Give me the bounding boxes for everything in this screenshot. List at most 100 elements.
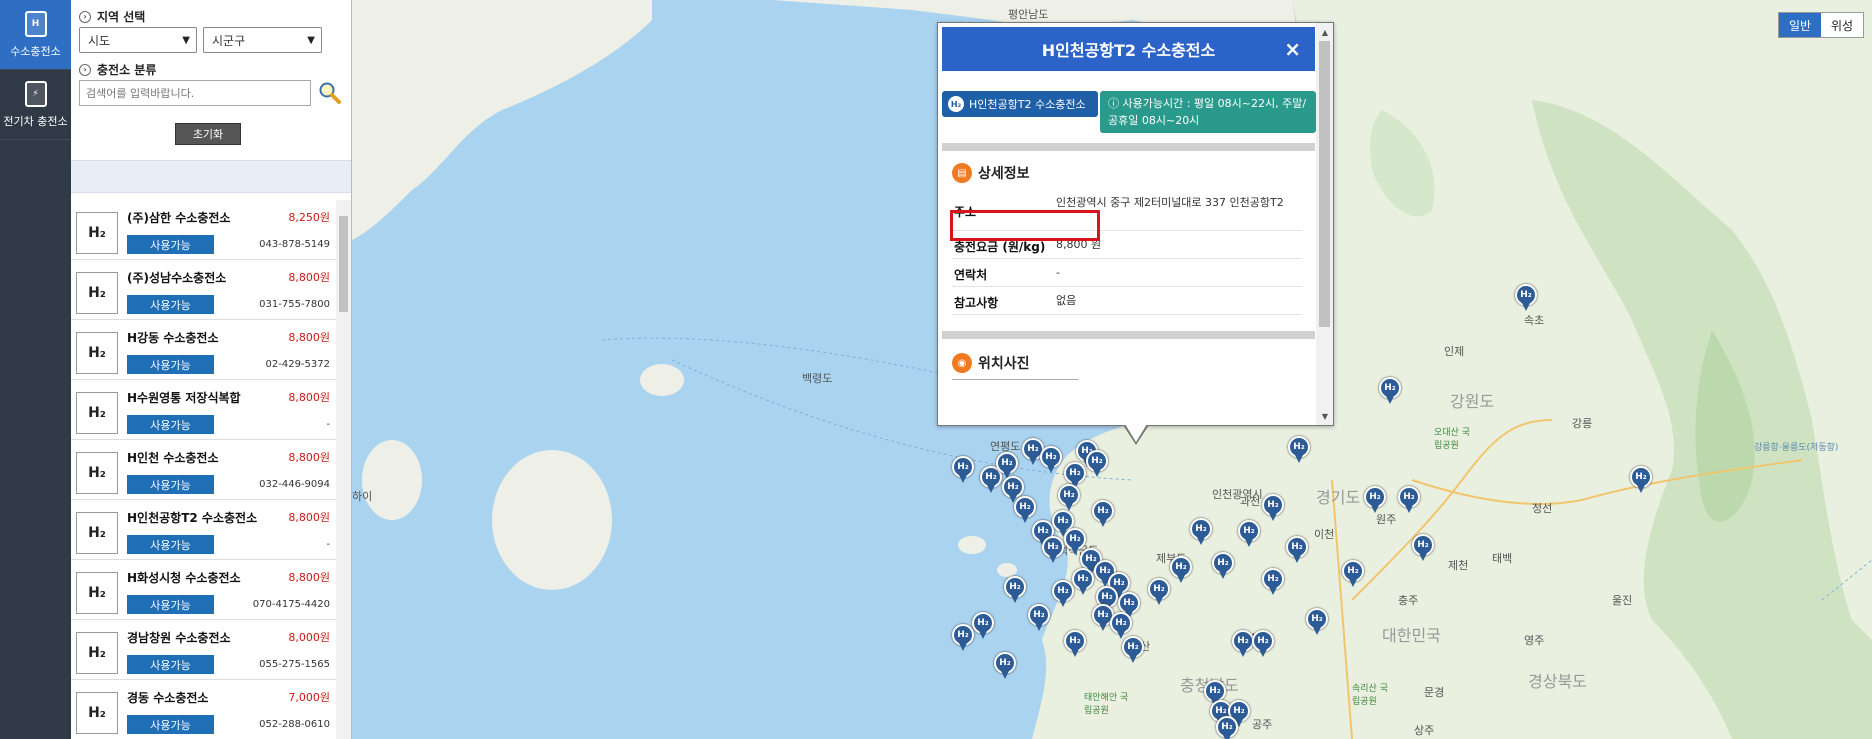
sido-select[interactable]: 시도 ▼ xyxy=(79,27,197,53)
station-status-button[interactable]: 사용가능 xyxy=(127,655,214,674)
station-name: H수원영통 저장식복합 xyxy=(127,391,241,405)
station-status-button[interactable]: 사용가능 xyxy=(127,355,214,374)
map-label: 태백 xyxy=(1492,552,1513,565)
station-row[interactable]: H₂ H인천공항T2 수소충전소 8,800원 사용가능 - xyxy=(71,500,336,560)
station-row[interactable]: H₂ 경남창원 수소충전소 8,000원 사용가능 055-275-1565 xyxy=(71,620,336,680)
popup-pointer-inner xyxy=(1125,424,1147,442)
station-marker[interactable]: H₂ xyxy=(1058,484,1080,511)
station-name: (주)삼한 수소충전소 xyxy=(127,211,231,225)
station-status-button[interactable]: 사용가능 xyxy=(127,535,214,554)
station-marker[interactable]: H₂ xyxy=(1379,377,1401,404)
station-marker[interactable]: H₂ xyxy=(1170,556,1192,583)
popup-scroll-thumb[interactable] xyxy=(1319,41,1330,327)
station-marker[interactable]: H₂ xyxy=(1262,568,1284,595)
station-marker[interactable]: H₂ xyxy=(1122,636,1144,663)
station-status-button[interactable]: 사용가능 xyxy=(127,715,214,734)
rail-item-label: 전기차 충전소 xyxy=(3,114,68,128)
station-marker[interactable]: H₂ xyxy=(994,652,1016,679)
map-label: 경상북도 xyxy=(1528,672,1587,691)
station-row[interactable]: H₂ H인천 수소충전소 8,800원 사용가능 032-446-9094 xyxy=(71,440,336,500)
map-label: 대한민국 xyxy=(1382,626,1441,645)
h2-icon: H₂ xyxy=(76,572,118,614)
station-row[interactable]: H₂ (주)삼한 수소충전소 8,250원 사용가능 043-878-5149 xyxy=(71,200,336,260)
h2-icon: H₂ xyxy=(948,96,964,112)
station-marker[interactable]: H₂ xyxy=(1288,436,1310,463)
search-button[interactable] xyxy=(317,80,343,106)
station-marker[interactable]: H₂ xyxy=(1040,446,1062,473)
station-marker[interactable]: H₂ xyxy=(1252,630,1274,657)
station-marker[interactable]: H₂ xyxy=(1110,612,1132,639)
hours-tag: ⓘ 사용가능시간 : 평일 08시~22시, 주말/공휴일 08시~20시 xyxy=(1100,91,1316,133)
station-marker[interactable]: H₂ xyxy=(1064,630,1086,657)
map-label: 인제 xyxy=(1444,345,1465,358)
station-price: 8,250원 xyxy=(288,211,330,224)
station-phone: 02-429-5372 xyxy=(265,359,330,370)
station-marker[interactable]: H₂ xyxy=(1412,534,1434,561)
map-label: 속초 xyxy=(1524,314,1545,327)
station-status-button[interactable]: 사용가능 xyxy=(127,235,214,254)
station-price: 8,800원 xyxy=(288,271,330,284)
station-marker[interactable]: H₂ xyxy=(1042,536,1064,563)
divider xyxy=(942,331,1315,339)
map-label: 강원도 xyxy=(1450,392,1495,411)
station-status-button[interactable]: 사용가능 xyxy=(127,475,214,494)
detail-section-title: ▤ 상세정보 xyxy=(952,163,1030,183)
search-icon xyxy=(319,82,341,104)
reset-button[interactable]: 초기화 xyxy=(175,123,241,145)
region-title: › 지역 선택 xyxy=(79,8,145,25)
station-marker[interactable]: H₂ xyxy=(1364,486,1386,513)
station-price: 8,000원 xyxy=(288,631,330,644)
map-label: 원주 xyxy=(1376,513,1397,526)
station-marker[interactable]: H₂ xyxy=(1306,608,1328,635)
station-row[interactable]: H₂ 경동 수소충전소 7,000원 사용가능 052-288-0610 xyxy=(71,680,336,739)
station-marker[interactable]: H₂ xyxy=(1398,486,1420,513)
map-label: 영주 xyxy=(1524,634,1545,647)
station-marker[interactable]: H₂ xyxy=(972,612,994,639)
station-marker[interactable]: H₂ xyxy=(1238,520,1260,547)
station-marker[interactable]: H₂ xyxy=(1212,552,1234,579)
station-marker[interactable]: H₂ xyxy=(1262,494,1284,521)
station-row[interactable]: H₂ H화성시청 수소충전소 8,800원 사용가능 070-4175-4420 xyxy=(71,560,336,620)
station-marker[interactable]: H₂ xyxy=(1630,466,1652,493)
list-scroll-thumb[interactable] xyxy=(339,216,348,312)
close-icon[interactable]: × xyxy=(1284,37,1301,61)
sido-select-value: 시도 xyxy=(88,33,111,48)
rail-item-hydrogen[interactable]: H 수소충전소 xyxy=(0,0,71,70)
station-row[interactable]: H₂ H수원영통 저장식복합 8,800원 사용가능 - xyxy=(71,380,336,440)
scroll-down-icon[interactable]: ▼ xyxy=(1318,409,1332,423)
station-marker[interactable]: H₂ xyxy=(1216,716,1238,739)
map-type-satellite[interactable]: 위성 xyxy=(1821,13,1863,37)
station-marker[interactable]: H₂ xyxy=(1014,496,1036,523)
station-marker[interactable]: H₂ xyxy=(1004,576,1026,603)
station-row[interactable]: H₂ H강동 수소충전소 8,800원 사용가능 02-429-5372 xyxy=(71,320,336,380)
rail-item-ev[interactable]: ⚡ 전기차 충전소 xyxy=(0,70,71,140)
station-marker[interactable]: H₂ xyxy=(1232,630,1254,657)
station-row[interactable]: H₂ (주)성남수소충전소 8,800원 사용가능 031-755-7800 xyxy=(71,260,336,320)
map-label: 이천 xyxy=(1314,528,1335,541)
station-marker[interactable]: H₂ xyxy=(952,456,974,483)
map-type-normal[interactable]: 일반 xyxy=(1779,13,1821,37)
left-rail: H 수소충전소 ⚡ 전기차 충전소 xyxy=(0,0,71,739)
map-label: 하이 xyxy=(352,490,373,503)
popup-header: H인천공항T2 수소충전소 × xyxy=(942,27,1315,71)
station-marker[interactable]: H₂ xyxy=(1286,536,1308,563)
station-marker[interactable]: H₂ xyxy=(1515,284,1537,311)
station-marker[interactable]: H₂ xyxy=(952,624,974,651)
station-status-button[interactable]: 사용가능 xyxy=(127,415,214,434)
sigungu-select[interactable]: 시군구 ▼ xyxy=(203,27,322,53)
station-marker[interactable]: H₂ xyxy=(1190,518,1212,545)
station-status-button[interactable]: 사용가능 xyxy=(127,295,214,314)
station-marker[interactable]: H₂ xyxy=(996,452,1018,479)
station-marker[interactable]: H₂ xyxy=(1052,580,1074,607)
station-marker[interactable]: H₂ xyxy=(1342,560,1364,587)
scroll-up-icon[interactable]: ▲ xyxy=(1318,25,1332,39)
station-marker[interactable]: H₂ xyxy=(1148,578,1170,605)
search-input[interactable] xyxy=(79,80,311,106)
camera-icon: ◉ xyxy=(952,353,972,373)
station-phone: 032-446-9094 xyxy=(259,479,330,490)
station-status-button[interactable]: 사용가능 xyxy=(127,595,214,614)
station-marker[interactable]: H₂ xyxy=(1072,568,1094,595)
station-marker[interactable]: H₂ xyxy=(1028,604,1050,631)
station-marker[interactable]: H₂ xyxy=(1086,450,1108,477)
station-marker[interactable]: H₂ xyxy=(1092,500,1114,527)
